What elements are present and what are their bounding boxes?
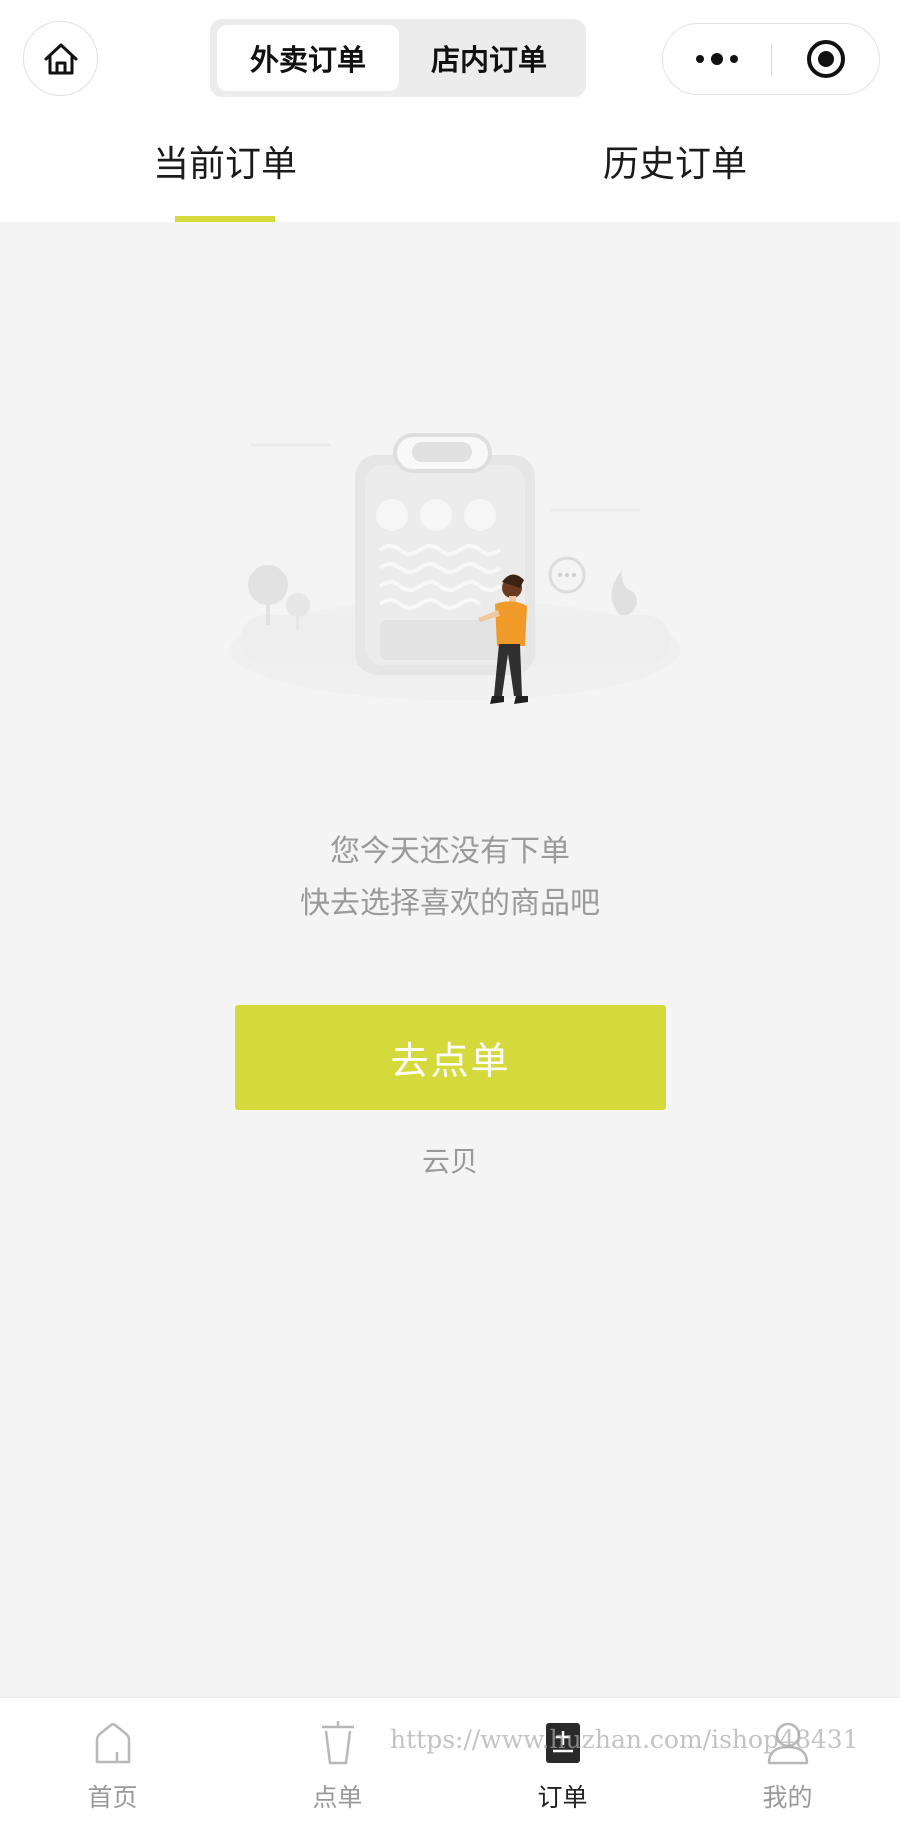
tabbar-label-home: 首页 bbox=[87, 1783, 138, 1812]
empty-orders-illustration bbox=[230, 433, 680, 704]
cup-icon bbox=[315, 1720, 361, 1766]
bottom-tab-bar: 首页 点单 订单 我的 bbox=[0, 1697, 900, 1827]
segment-delivery-orders[interactable]: 外卖订单 bbox=[217, 25, 399, 91]
tabbar-label-menu: 点单 bbox=[312, 1783, 363, 1812]
go-order-button[interactable]: 去点单 bbox=[235, 1005, 666, 1110]
tabbar-label-orders: 订单 bbox=[537, 1783, 588, 1812]
tabbar-item-menu[interactable]: 点单 bbox=[225, 1698, 450, 1827]
target-circle-icon bbox=[807, 40, 845, 78]
close-miniprogram-button[interactable] bbox=[772, 24, 880, 94]
brand-name: 云贝 bbox=[421, 1145, 478, 1178]
segment-instore-orders[interactable]: 店内订单 bbox=[398, 25, 580, 91]
watermark-url: https://www.huzhan.com/ishop48431 bbox=[390, 1725, 859, 1754]
home-icon bbox=[44, 43, 77, 74]
tabbar-item-mine[interactable]: 我的 bbox=[675, 1698, 900, 1827]
active-tab-indicator bbox=[175, 216, 275, 222]
miniprogram-capsule bbox=[662, 23, 880, 95]
more-dots-icon bbox=[696, 53, 738, 65]
tab-history-orders[interactable]: 历史订单 bbox=[525, 135, 825, 195]
empty-message-line-1: 您今天还没有下单 bbox=[330, 834, 570, 869]
home-button[interactable] bbox=[23, 21, 98, 96]
tabbar-label-mine: 我的 bbox=[762, 1783, 813, 1812]
home-icon bbox=[90, 1720, 136, 1766]
tab-current-orders[interactable]: 当前订单 bbox=[75, 135, 375, 195]
tabbar-item-home[interactable]: 首页 bbox=[0, 1698, 225, 1827]
more-button[interactable] bbox=[663, 24, 771, 94]
order-type-switch: 外卖订单 店内订单 bbox=[210, 19, 586, 97]
tabbar-item-orders[interactable]: 订单 bbox=[450, 1698, 675, 1827]
empty-message-line-2: 快去选择喜欢的商品吧 bbox=[300, 886, 600, 921]
top-bar: 外卖订单 店内订单 当前订单 历史订单 bbox=[0, 0, 900, 222]
